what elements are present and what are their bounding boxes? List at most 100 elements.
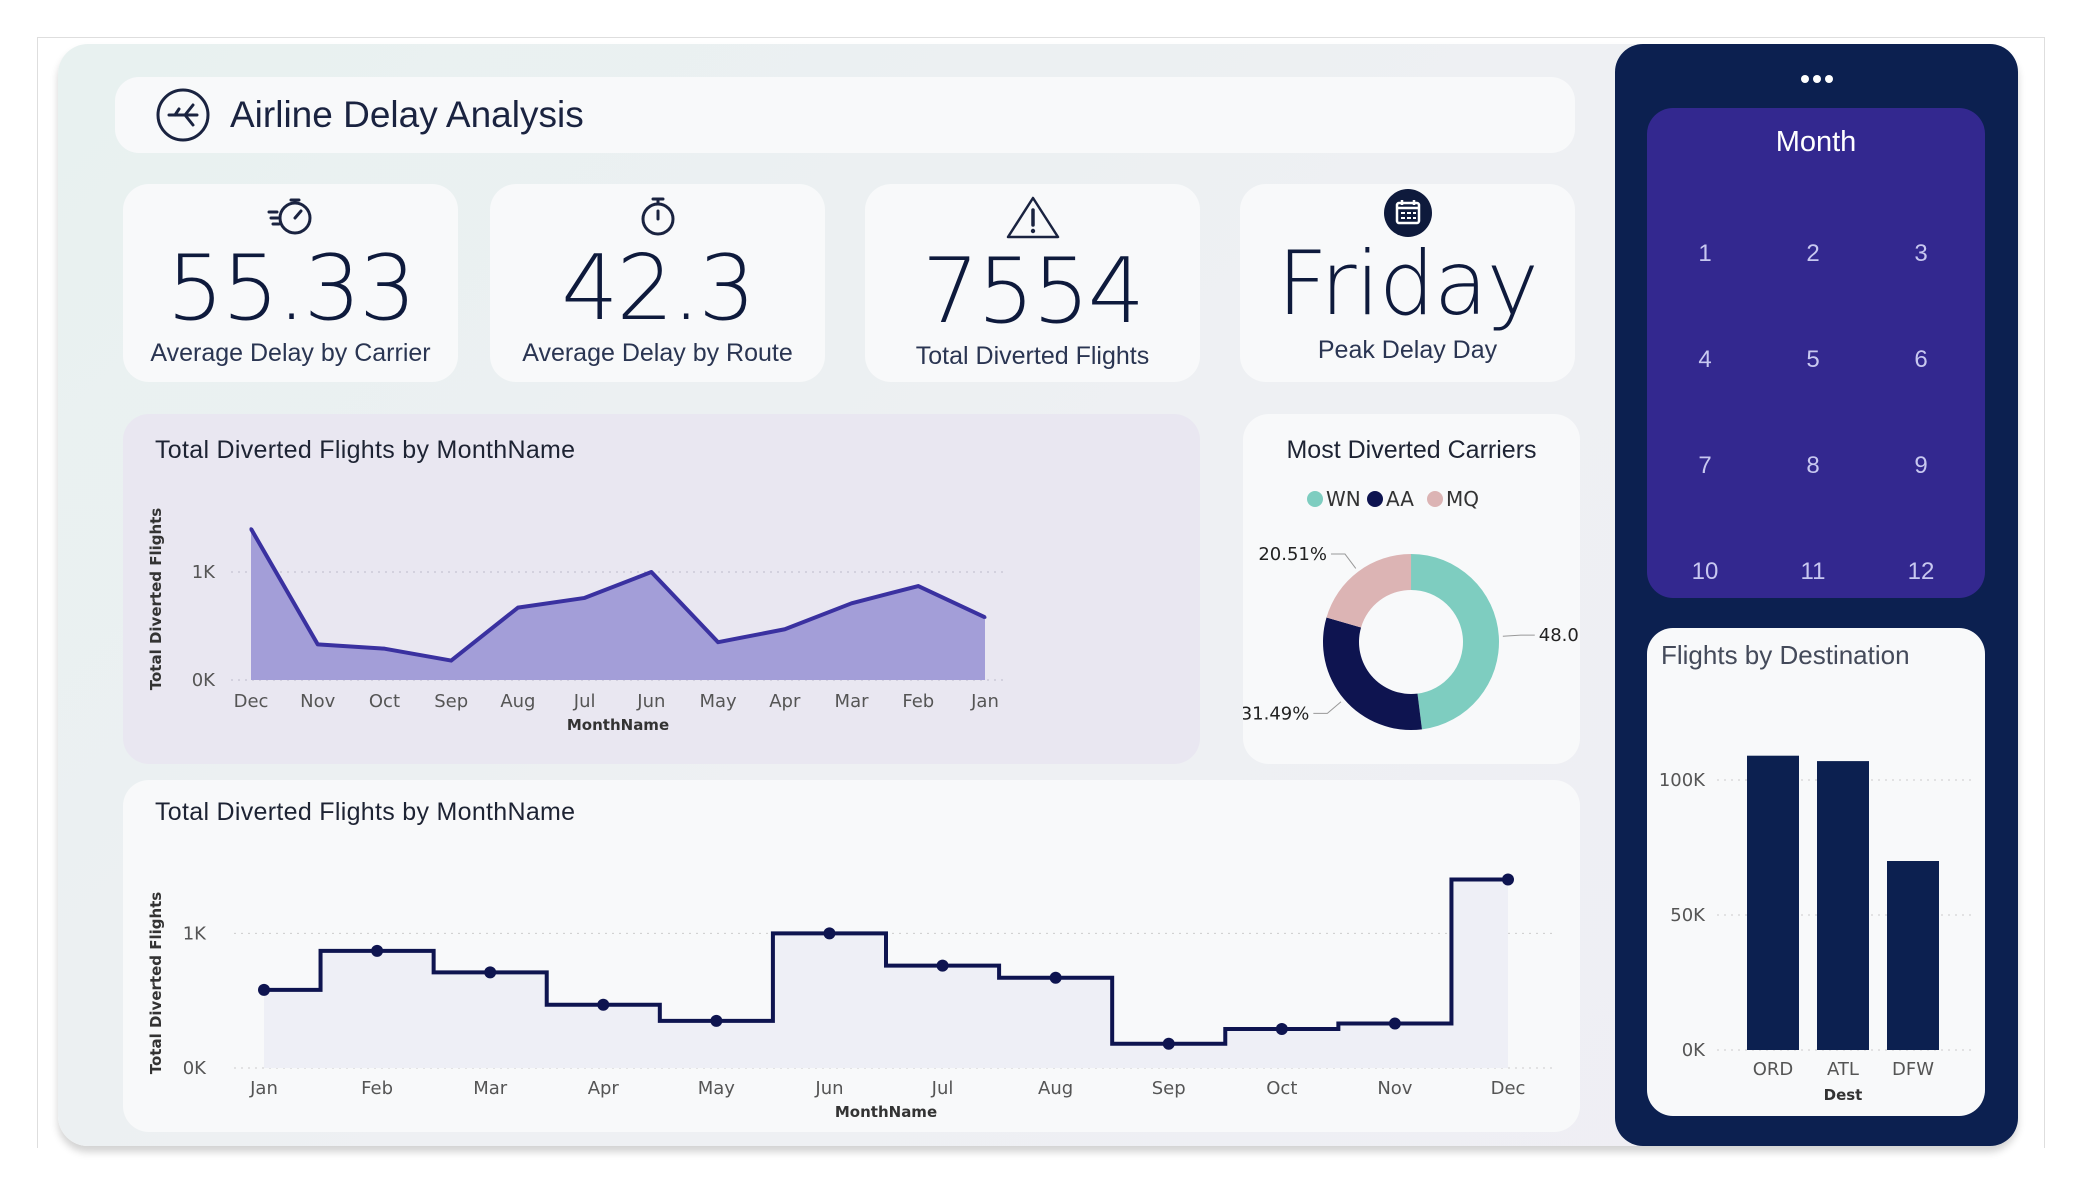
data-point — [249, 527, 253, 531]
x-tick-label: Apr — [769, 691, 801, 712]
legend-label: AA — [1386, 487, 1414, 511]
destination-bar-panel: Flights by Destination 0K 50K 100K ORD ATL DF… — [1647, 628, 1985, 1116]
data-point — [823, 927, 836, 940]
data-point — [936, 959, 949, 972]
kpi-card-avg-delay-carrier: 55.33 Average Delay by Carrier — [123, 184, 458, 382]
data-point — [1162, 1037, 1175, 1050]
data-point — [716, 640, 720, 644]
month-option[interactable]: 6 — [1881, 346, 1961, 374]
donut-slice-wn — [1411, 554, 1500, 730]
data-point — [1275, 1022, 1288, 1035]
data-point — [484, 966, 497, 979]
x-tick-label: Aug — [1038, 1078, 1073, 1099]
y-tick-label: 50K — [1670, 905, 1706, 926]
y-tick-label: 1K — [192, 562, 216, 583]
data-point — [1049, 971, 1062, 984]
data-point — [516, 606, 520, 610]
x-tick-label: Mar — [473, 1078, 508, 1099]
legend-marker — [1367, 491, 1383, 507]
x-tick-label: Feb — [361, 1078, 393, 1099]
x-tick-label: Apr — [588, 1078, 620, 1099]
area-chart-panel: Total Diverted Flights by MonthName 0K 1K… — [123, 414, 1200, 764]
data-label-leader — [1502, 634, 1535, 637]
page-title: Airline Delay Analysis — [230, 94, 584, 135]
data-point — [382, 647, 386, 651]
x-axis-title: Dest — [1824, 1086, 1863, 1104]
data-point — [449, 659, 453, 663]
donut-slice-mq — [1326, 554, 1412, 628]
area-chart: 0K 1K Dec Nov Oct Sep Aug Jul Jun May Apr Mar Feb Jan… — [147, 508, 1005, 734]
x-axis-title: MonthName — [835, 1103, 937, 1121]
airline-logo-icon — [155, 87, 211, 148]
x-tick-label: Mar — [835, 691, 870, 712]
bar-ord — [1747, 755, 1799, 1050]
month-option[interactable]: 9 — [1881, 452, 1961, 480]
legend-marker — [1427, 491, 1443, 507]
bar-dfw — [1887, 861, 1939, 1050]
month-option[interactable]: 10 — [1665, 558, 1745, 586]
kpi-card-avg-delay-route: 42.3 Average Delay by Route — [490, 184, 825, 382]
x-tick-label: ORD — [1753, 1059, 1794, 1080]
data-point — [710, 1014, 723, 1027]
month-slicer-title: Month — [1775, 126, 1857, 158]
month-option[interactable]: 5 — [1773, 346, 1853, 374]
header-bar: Airline Delay Analysis — [115, 77, 1575, 153]
kpi-label: Average Delay by Route — [522, 339, 793, 367]
month-option[interactable]: 8 — [1773, 452, 1853, 480]
data-point — [583, 596, 587, 600]
x-tick-label: May — [699, 691, 737, 712]
x-tick-label: ATL — [1827, 1059, 1859, 1080]
month-option[interactable]: 4 — [1665, 346, 1745, 374]
x-tick-label: DFW — [1892, 1059, 1934, 1080]
y-tick-label: 1K — [183, 923, 207, 944]
legend-marker — [1307, 491, 1323, 507]
data-point — [983, 615, 987, 619]
x-tick-label: Oct — [1266, 1078, 1297, 1099]
data-point — [649, 570, 653, 574]
month-option[interactable]: 2 — [1773, 240, 1853, 268]
x-tick-label: Jul — [931, 1078, 954, 1099]
kpi-value: 55.33 — [166, 236, 417, 341]
data-label-leader — [1330, 553, 1357, 569]
kpi-label: Total Diverted Flights — [915, 342, 1150, 370]
x-tick-label: Dec — [234, 691, 269, 712]
bar-atl — [1817, 761, 1869, 1050]
month-option[interactable]: 1 — [1665, 240, 1745, 268]
x-tick-label: Dec — [1491, 1078, 1526, 1099]
kpi-value: Friday — [1277, 232, 1539, 335]
y-tick-label: 0K — [192, 670, 216, 691]
donut-slice-aa — [1323, 617, 1422, 730]
data-point — [850, 601, 854, 605]
x-tick-label: Sep — [434, 691, 468, 712]
x-tick-label: May — [698, 1078, 736, 1099]
x-tick-label: Jan — [249, 1078, 278, 1099]
data-point — [783, 627, 787, 631]
y-tick-label: 0K — [183, 1058, 207, 1079]
month-option[interactable]: 11 — [1773, 558, 1853, 586]
month-option[interactable]: 7 — [1665, 452, 1745, 480]
warning-icon — [1005, 194, 1061, 245]
legend-label: MQ — [1446, 487, 1479, 511]
data-point — [371, 944, 384, 957]
more-options-icon[interactable] — [1799, 72, 1835, 91]
data-point — [1502, 873, 1514, 886]
month-option[interactable]: 3 — [1881, 240, 1961, 268]
step-line-chart: 0K 1K Jan Feb Mar Apr May Jun Jul Aug Sep Oct Nov Dec… — [147, 873, 1553, 1121]
x-tick-label: Jun — [636, 691, 665, 712]
kpi-label: Average Delay by Carrier — [150, 339, 431, 367]
area-fill — [251, 528, 985, 680]
month-slicer: Month 1 2 3 4 5 6 7 8 9 10 11 12 — [1647, 108, 1985, 598]
data-label: 20.51% — [1258, 544, 1327, 565]
x-tick-label: Jul — [573, 691, 596, 712]
data-label-leader — [1313, 701, 1342, 714]
y-tick-label: 0K — [1682, 1040, 1706, 1061]
x-tick-label: Nov — [300, 691, 335, 712]
kpi-label: Peak Delay Day — [1317, 336, 1498, 364]
kpi-value: 42.3 — [561, 236, 755, 341]
donut-chart-panel: Most Diverted Carriers WNAAMQ48.01%31.49… — [1243, 414, 1580, 764]
kpi-value: 7554 — [921, 239, 1145, 344]
x-tick-label: Nov — [1377, 1078, 1412, 1099]
x-tick-label: Feb — [902, 691, 934, 712]
legend-label: WN — [1326, 487, 1361, 511]
month-option[interactable]: 12 — [1881, 558, 1961, 586]
